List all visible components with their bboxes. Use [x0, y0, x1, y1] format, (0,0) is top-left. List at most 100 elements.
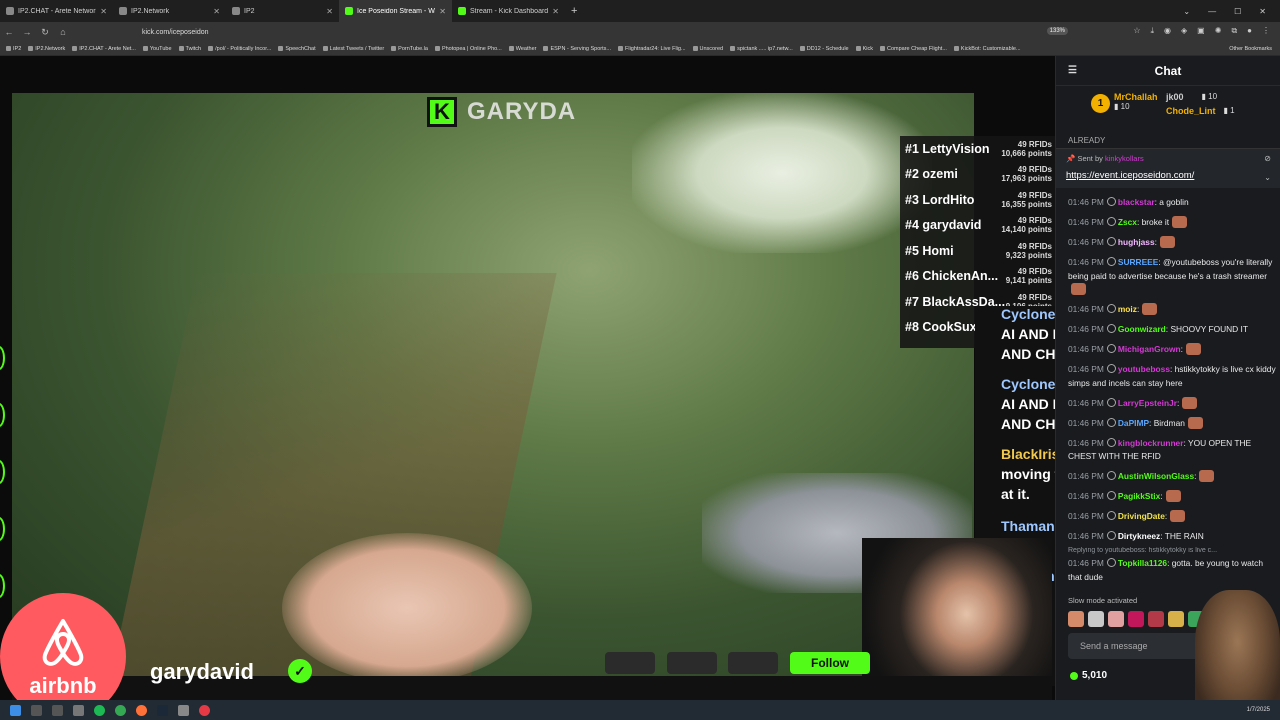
bookmark-item[interactable]: KickBot: Customizable... [953, 46, 1021, 52]
hide-pin-icon[interactable]: ⊘ [1264, 154, 1271, 163]
emote-icon[interactable] [1108, 611, 1124, 627]
follow-button[interactable]: Follow [790, 652, 870, 674]
chrome-icon[interactable] [115, 704, 126, 716]
close-tab-icon[interactable]: ✕ [326, 7, 333, 16]
channel-points[interactable]: 5,010 [1070, 670, 1107, 681]
browser-tab[interactable]: IP2 ✕ [226, 0, 339, 22]
taskbar-app-icon[interactable] [52, 704, 63, 716]
extension-icon[interactable]: ◈ [1181, 26, 1187, 36]
close-window-icon[interactable]: ✕ [1259, 7, 1266, 16]
bookmark-item[interactable]: DD12 - Schedule [799, 46, 849, 52]
taskbar-app-icon[interactable] [31, 704, 42, 716]
profile-icon[interactable]: ● [1247, 26, 1252, 36]
start-icon[interactable] [10, 704, 21, 716]
message-username[interactable]: MichiganGrown [1118, 344, 1181, 354]
home-icon[interactable]: ⌂ [54, 27, 72, 37]
message-username[interactable]: Dirtykneez [1118, 531, 1160, 541]
browser-tab[interactable]: IP2.Network ✕ [113, 0, 226, 22]
tab-search-icon[interactable]: ⌄ [1183, 7, 1190, 16]
expand-pin-icon[interactable]: ⌄ [1264, 173, 1271, 182]
close-tab-icon[interactable]: ✕ [439, 7, 446, 16]
taskbar-app-icon[interactable] [199, 704, 210, 716]
message-username[interactable]: Zscx [1118, 217, 1137, 227]
forward-icon[interactable]: → [18, 27, 36, 37]
bookmark-item[interactable]: Flightradar24: Live Flig... [618, 46, 686, 52]
firefox-icon[interactable] [136, 704, 147, 716]
message-username[interactable]: PagikkStix [1118, 491, 1160, 501]
maximize-icon[interactable]: ☐ [1234, 7, 1241, 16]
bookmark-item[interactable]: SpeechChat [278, 46, 316, 52]
other-bookmarks[interactable]: Other Bookmarks [1229, 46, 1272, 52]
new-tab-icon[interactable]: + [565, 5, 583, 17]
clip-button[interactable] [667, 652, 717, 674]
extension-icon[interactable]: ✺ [1215, 26, 1222, 36]
extension-icon[interactable]: ◉ [1164, 26, 1171, 36]
close-tab-icon[interactable]: ✕ [213, 7, 220, 16]
streamer-name[interactable]: garydavid [150, 659, 254, 685]
share-button[interactable] [605, 652, 655, 674]
collapse-chat-icon[interactable]: ☰ [1068, 65, 1077, 76]
minimize-icon[interactable]: — [1208, 7, 1216, 16]
bookmark-item[interactable]: Kick [855, 46, 873, 52]
message-username[interactable]: AustinWilsonGlass [1118, 471, 1194, 481]
bookmark-star-icon[interactable]: ☆ [1133, 26, 1140, 36]
bookmark-item[interactable]: IP2.CHAT - Arete Net... [72, 46, 136, 52]
bookmark-item[interactable]: ESPN - Serving Sports... [543, 46, 611, 52]
bookmark-item[interactable]: PornTube.la [391, 46, 428, 52]
message-username[interactable]: SURREEE [1118, 257, 1159, 267]
message-username[interactable]: Topkilla1126 [1118, 558, 1167, 568]
bookmark-item[interactable]: IP2.Network [28, 46, 65, 52]
video-player[interactable]: K GARYDA [12, 93, 974, 683]
bookmark-item[interactable]: /pol/ - Politically Incor... [208, 46, 271, 52]
bookmark-item[interactable]: Twitch [178, 46, 201, 52]
message-username[interactable]: Goonwizard [1118, 324, 1166, 334]
gifter-2[interactable]: jk00 ▮ 10 [1166, 92, 1217, 102]
browser-tab-active[interactable]: Ice Poseidon Stream - Wat ✕ [339, 0, 452, 22]
bookmark-item[interactable]: Latest Tweets / Twitter [322, 46, 384, 52]
back-icon[interactable]: ← [0, 27, 18, 37]
browser-tab[interactable]: Stream - Kick Dashboard ✕ [452, 0, 565, 22]
bookmark-item[interactable]: spictank ..... ip7.netw... [730, 46, 793, 52]
download-icon[interactable]: ⤓ [1150, 26, 1154, 36]
reload-icon[interactable]: ↻ [36, 27, 54, 38]
taskbar-app-icon[interactable] [73, 704, 84, 716]
followed-channel-avatar[interactable] [0, 403, 5, 427]
emote-icon[interactable] [1168, 611, 1184, 627]
pinned-link[interactable]: https://event.iceposeidon.com/ [1066, 170, 1194, 181]
pinned-message[interactable]: 📌 Sent by kinkykollars https://event.ice… [1056, 148, 1280, 188]
message-username[interactable]: DaPIMP [1118, 418, 1149, 428]
message-username[interactable]: kingblockrunner [1118, 438, 1184, 448]
message-username[interactable]: DrivingDate [1118, 511, 1165, 521]
close-tab-icon[interactable]: ✕ [100, 7, 107, 16]
bookmark-item[interactable]: Photopea | Online Pho... [434, 46, 502, 52]
zoom-level[interactable]: 133% [1046, 27, 1068, 35]
message-username[interactable]: LarryEpsteinJr [1118, 398, 1177, 408]
browser-tab[interactable]: IP2.CHAT - Arete Network ✕ [0, 0, 113, 22]
url-field[interactable]: kick.com/iceposeidon [142, 29, 209, 36]
followed-channel-avatar[interactable] [0, 574, 5, 598]
emote-icon[interactable] [1068, 611, 1084, 627]
settings-icon[interactable] [178, 704, 189, 716]
steam-icon[interactable] [157, 704, 168, 716]
message-username[interactable]: blackstar [1118, 197, 1155, 207]
menu-dots-icon[interactable]: ⋮ [1262, 26, 1270, 36]
emote-icon[interactable] [1088, 611, 1104, 627]
more-button[interactable] [728, 652, 778, 674]
bookmark-item[interactable]: Unscored [692, 46, 723, 52]
followed-channel-avatar[interactable] [0, 346, 5, 370]
extension-icon[interactable]: ▣ [1197, 26, 1205, 36]
bookmark-item[interactable]: Weather [508, 46, 536, 52]
message-username[interactable]: youtubeboss [1118, 364, 1170, 374]
followed-channel-avatar[interactable] [0, 517, 5, 541]
gifter-3[interactable]: Chode_Lint ▮ 1 [1166, 106, 1235, 116]
puzzle-icon[interactable]: ⧉ [1231, 26, 1237, 36]
followed-channel-avatar[interactable] [0, 460, 5, 484]
gifter-1[interactable]: MrChallah ▮ 10 [1114, 92, 1158, 111]
emote-icon[interactable] [1148, 611, 1164, 627]
bookmark-item[interactable]: IP2 [6, 46, 21, 52]
spotify-icon[interactable] [94, 704, 105, 716]
emote-icon[interactable] [1128, 611, 1144, 627]
message-username[interactable]: moiz [1118, 304, 1137, 314]
message-username[interactable]: hughjass [1118, 237, 1155, 247]
close-tab-icon[interactable]: ✕ [552, 7, 559, 16]
